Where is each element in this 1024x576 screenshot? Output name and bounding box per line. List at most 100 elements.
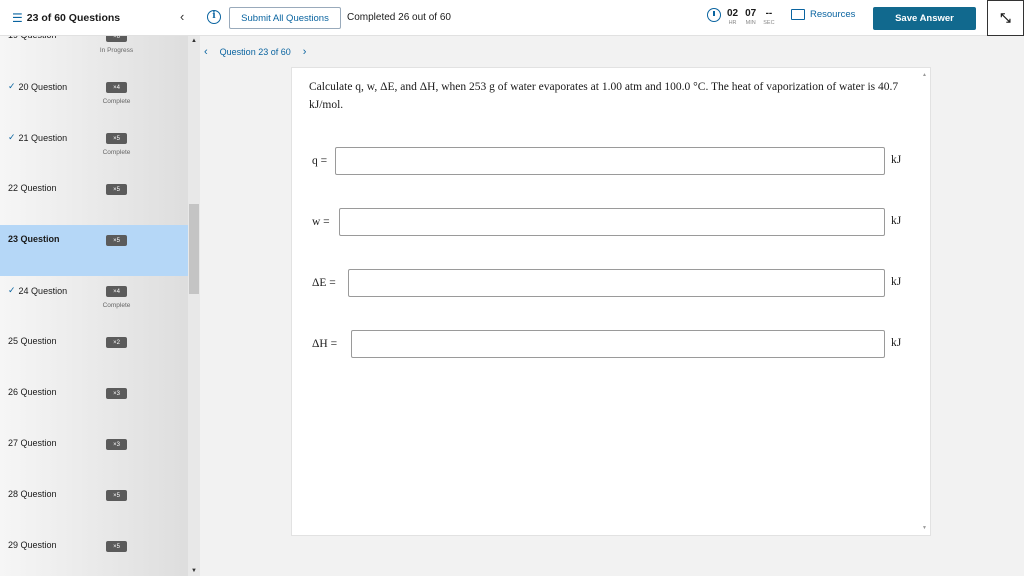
timer-minutes: 07 xyxy=(745,8,757,19)
folder-icon xyxy=(791,9,805,20)
sidebar-question-text: 21 Question xyxy=(18,132,68,143)
answer-unit: kJ xyxy=(891,154,902,166)
sidebar-question-label: 29 Question xyxy=(8,540,57,550)
sidebar-question-item[interactable]: 22 Question ×5 xyxy=(0,174,188,225)
sidebar-question-item[interactable]: 19 Question ×6 In Progress xyxy=(0,36,188,72)
sidebar-question-text: 24 Question xyxy=(18,285,68,296)
sidebar-question-text: 26 Question xyxy=(8,387,57,397)
sidebar-question-text: 27 Question xyxy=(8,438,57,448)
question-status: Complete xyxy=(102,149,131,156)
previous-question-icon[interactable]: ‹ xyxy=(204,46,208,58)
sidebar-question-label: 23 Question xyxy=(8,234,60,244)
sidebar-scrollbar[interactable]: ▲ ▼ xyxy=(188,36,200,576)
timer: 02 HR 07 MIN -- SEC xyxy=(707,8,775,27)
sidebar-question-item[interactable]: ✓ 21 Question ×5 Complete xyxy=(0,123,188,174)
sidebar-question-item[interactable]: ✓ 20 Question ×4 Complete xyxy=(0,72,188,123)
sidebar-question-text: 19 Question xyxy=(8,36,57,40)
answer-input-delta-e[interactable] xyxy=(348,269,885,297)
sidebar-question-label: ✓ 20 Question xyxy=(8,81,67,92)
checkmark-icon: ✓ xyxy=(8,81,16,91)
points-badge: ×5 xyxy=(106,490,127,501)
question-status: Complete xyxy=(102,302,131,309)
checkmark-icon: ✓ xyxy=(8,285,16,295)
answer-label: w = xyxy=(312,216,330,228)
scrollbar-thumb[interactable] xyxy=(189,204,199,294)
completion-status: Completed 26 out of 60 xyxy=(347,12,451,23)
next-question-icon[interactable]: › xyxy=(303,46,307,58)
sidebar-question-item[interactable]: ✓ 24 Question ×4 Complete xyxy=(0,276,188,327)
answer-unit: kJ xyxy=(891,276,902,288)
question-panel: Calculate q, w, ΔE, and ΔH, when 253 g o… xyxy=(291,67,931,536)
answer-input-w[interactable] xyxy=(339,208,885,236)
question-navigation: ‹ Question 23 of 60 › xyxy=(204,46,306,58)
scroll-up-icon[interactable]: ▲ xyxy=(191,38,197,44)
answer-input-delta-h[interactable] xyxy=(351,330,885,358)
sidebar-question-text: 28 Question xyxy=(8,489,57,499)
resources-button[interactable]: Resources xyxy=(791,9,855,20)
sidebar-question-text: 25 Question xyxy=(8,336,57,346)
sidebar-question-item[interactable]: 26 Question ×3 xyxy=(0,378,188,429)
sidebar-question-text: 22 Question xyxy=(8,183,57,193)
scroll-down-icon[interactable]: ▼ xyxy=(922,525,927,531)
question-status: Complete xyxy=(102,98,131,105)
timer-hours-unit: HR xyxy=(728,20,737,26)
timer-minutes-unit: MIN xyxy=(745,20,756,26)
sidebar-question-label: 19 Question xyxy=(8,36,57,40)
sidebar-question-item[interactable]: 29 Question ×5 xyxy=(0,531,188,576)
points-badge: ×6 xyxy=(106,36,127,42)
list-icon: ☰ xyxy=(12,11,23,25)
sidebar-question-label: 26 Question xyxy=(8,387,57,397)
info-icon[interactable]: i xyxy=(207,10,221,24)
sidebar-question-label: ✓ 21 Question xyxy=(8,132,67,143)
points-badge: ×5 xyxy=(106,184,127,195)
points-badge: ×4 xyxy=(106,286,127,297)
minimize-icon[interactable]: ⤡ xyxy=(987,0,1024,36)
save-answer-button[interactable]: Save Answer xyxy=(873,7,976,30)
clock-icon xyxy=(707,8,721,22)
top-bar: ☰ 23 of 60 Questions ‹ i Submit All Ques… xyxy=(0,0,1024,36)
points-badge: ×5 xyxy=(106,541,127,552)
sidebar-question-item[interactable]: 23 Question ×5 xyxy=(0,225,188,276)
sidebar-question-label: 28 Question xyxy=(8,489,57,499)
sidebar-question-item[interactable]: 25 Question ×2 xyxy=(0,327,188,378)
timer-seconds-unit: SEC xyxy=(763,20,775,26)
points-badge: ×5 xyxy=(106,235,127,246)
answer-label: q = xyxy=(312,155,328,167)
sidebar-question-text: 20 Question xyxy=(18,81,68,92)
scroll-up-icon[interactable]: ▲ xyxy=(922,72,927,78)
answer-label: ΔH = xyxy=(312,338,338,350)
sidebar-question-text: 29 Question xyxy=(8,540,57,550)
points-badge: ×3 xyxy=(106,439,127,450)
answer-unit: kJ xyxy=(891,215,902,227)
collapse-sidebar-button[interactable]: ‹ xyxy=(180,9,184,24)
sidebar-question-label: 25 Question xyxy=(8,336,57,346)
timer-hours: 02 xyxy=(727,8,739,19)
question-sidebar: 19 Question×6In Progress✓20 Question×4Co… xyxy=(0,36,200,576)
sidebar-question-item[interactable]: 27 Question ×3 xyxy=(0,429,188,480)
checkmark-icon: ✓ xyxy=(8,132,16,142)
points-badge: ×2 xyxy=(106,337,127,348)
question-list-toggle[interactable]: ☰ 23 of 60 Questions xyxy=(12,11,120,25)
submit-all-button[interactable]: Submit All Questions xyxy=(229,7,341,29)
timer-seconds: -- xyxy=(765,8,773,19)
panel-scrollbar[interactable]: ▲ ▼ xyxy=(920,68,930,535)
sidebar-question-label: 22 Question xyxy=(8,183,57,193)
sidebar-question-item[interactable]: 28 Question ×5 xyxy=(0,480,188,531)
answer-label: ΔE = xyxy=(312,277,336,289)
answer-unit: kJ xyxy=(891,337,902,349)
answer-row-delta-e: ΔE = xyxy=(312,269,336,297)
question-status: In Progress xyxy=(99,47,134,54)
answer-row-delta-h: ΔH = xyxy=(312,330,337,358)
answer-row-w: w = xyxy=(312,208,330,236)
question-position-label: Question 23 of 60 xyxy=(219,47,291,57)
points-badge: ×3 xyxy=(106,388,127,399)
sidebar-question-text: 23 Question xyxy=(8,234,60,244)
answer-input-q[interactable] xyxy=(335,147,885,175)
sidebar-question-label: ✓ 24 Question xyxy=(8,285,67,296)
question-count-label: 23 of 60 Questions xyxy=(26,12,121,24)
sidebar-question-label: 27 Question xyxy=(8,438,57,448)
scroll-down-icon[interactable]: ▼ xyxy=(191,568,197,574)
resources-label: Resources xyxy=(810,9,856,20)
points-badge: ×5 xyxy=(106,133,127,144)
question-text: Calculate q, w, ΔE, and ΔH, when 253 g o… xyxy=(309,81,899,111)
